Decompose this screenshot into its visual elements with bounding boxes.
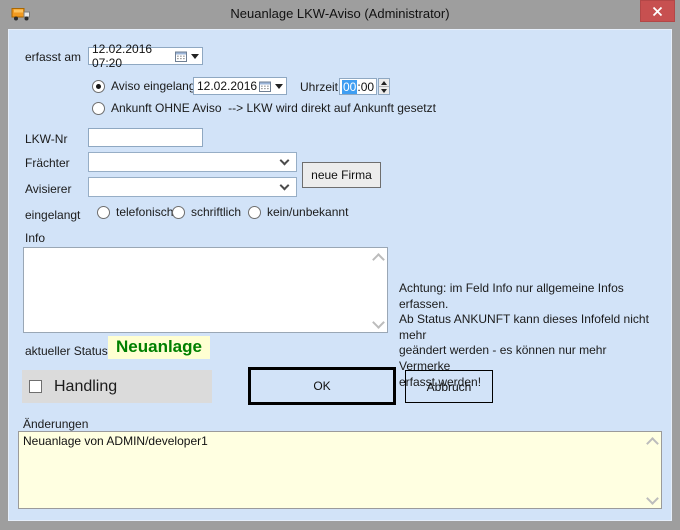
aviso-eingelangt-label: Aviso eingelangt (111, 79, 199, 93)
erfasst-am-field[interactable]: 12.02.2016 07:20 (88, 47, 203, 65)
aenderungen-label: Änderungen (23, 417, 88, 431)
fraechter-label: Frächter (25, 156, 70, 170)
spinner-down-button[interactable] (379, 87, 389, 94)
aenderungen-textarea[interactable]: Neuanlage von ADMIN/developer1 (18, 431, 662, 509)
info-label: Info (25, 231, 45, 245)
status-label: aktueller Status (25, 344, 108, 358)
abbruch-label: Abbruch (427, 380, 472, 394)
erfasst-am-value: 12.02.2016 07:20 (92, 42, 175, 70)
handling-checkbox[interactable] (29, 380, 42, 393)
avisierer-label: Avisierer (25, 182, 71, 196)
spinner-down-icon (381, 89, 387, 93)
abbruch-button[interactable]: Abbruch (405, 370, 493, 403)
radio-button-icon[interactable] (92, 80, 105, 93)
time-hours-selected: 00 (342, 80, 357, 94)
calendar-icon (175, 51, 187, 62)
close-icon (652, 6, 663, 17)
time-spinner[interactable] (378, 78, 390, 95)
info-textarea[interactable] (23, 247, 388, 333)
ok-button[interactable]: OK (248, 367, 396, 405)
neue-firma-button[interactable]: neue Firma (302, 162, 381, 188)
option-label: kein/unbekannt (267, 205, 348, 219)
radio-button-icon[interactable] (172, 206, 185, 219)
time-minutes: :00 (357, 80, 374, 94)
calendar-icon (259, 81, 271, 92)
fraechter-combobox[interactable] (88, 152, 297, 172)
radio-button-icon[interactable] (97, 206, 110, 219)
radio-schriftlich[interactable]: schriftlich (172, 205, 241, 219)
dialog-window: Neuanlage LKW-Aviso (Administrator) erfa… (0, 0, 680, 530)
aviso-date-field[interactable]: 12.02.2016 (193, 77, 287, 95)
handling-panel: Handling (22, 370, 212, 403)
ankunft-ohne-label: Ankunft OHNE Aviso --> LKW wird direkt a… (111, 101, 436, 115)
eingelangt-label: eingelangt (25, 208, 80, 222)
spinner-up-button[interactable] (379, 79, 389, 87)
neue-firma-label: neue Firma (311, 168, 372, 182)
avisierer-combobox[interactable] (88, 177, 297, 197)
titlebar[interactable]: Neuanlage LKW-Aviso (Administrator) (0, 0, 680, 29)
ok-label: OK (313, 379, 330, 393)
spinner-up-icon (381, 81, 387, 85)
chevron-down-icon (280, 180, 290, 190)
erfasst-am-label: erfasst am (25, 50, 81, 64)
radio-kein-unbekannt[interactable]: kein/unbekannt (248, 205, 348, 219)
chevron-down-icon (280, 155, 290, 165)
lkw-nr-input[interactable] (88, 128, 203, 147)
dropdown-arrow-icon[interactable] (191, 54, 199, 59)
handling-label: Handling (54, 378, 117, 396)
aviso-date-value: 12.02.2016 (197, 79, 257, 93)
warning-line: Achtung: im Feld Info nur allgemeine Inf… (399, 281, 661, 312)
radio-ankunft-ohne-aviso[interactable]: Ankunft OHNE Aviso --> LKW wird direkt a… (92, 101, 436, 115)
lkw-nr-label: LKW-Nr (25, 132, 67, 146)
time-field[interactable]: 00:00 (339, 78, 377, 95)
radio-telefonisch[interactable]: telefonisch (97, 205, 173, 219)
status-badge: Neuanlage (108, 336, 210, 359)
radio-button-icon[interactable] (92, 102, 105, 115)
radio-aviso-eingelangt[interactable]: Aviso eingelangt (92, 79, 199, 93)
window-title: Neuanlage LKW-Aviso (Administrator) (0, 6, 680, 21)
option-label: schriftlich (191, 205, 241, 219)
close-button[interactable] (640, 0, 675, 22)
radio-button-icon[interactable] (248, 206, 261, 219)
option-label: telefonisch (116, 205, 173, 219)
dropdown-arrow-icon[interactable] (275, 84, 283, 89)
uhrzeit-label: Uhrzeit (300, 80, 338, 94)
warning-line: Ab Status ANKUNFT kann dieses Infofeld n… (399, 312, 661, 343)
